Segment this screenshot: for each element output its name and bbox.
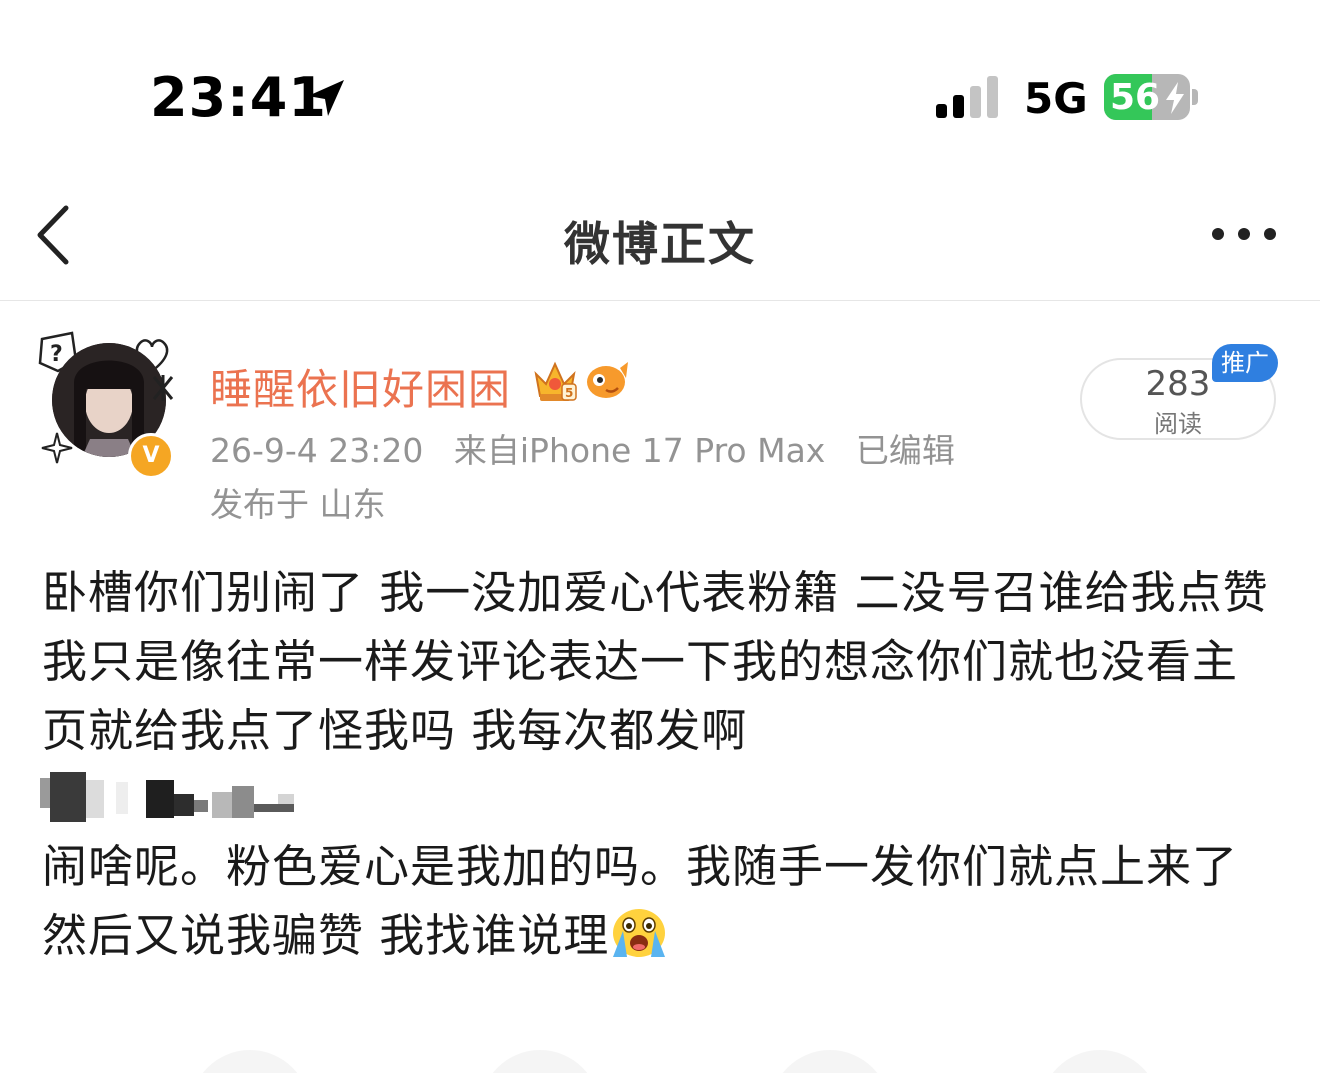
spark-sticker-icon (41, 432, 73, 464)
verified-badge: V (128, 433, 174, 479)
promote-tag[interactable]: 推广 (1212, 344, 1278, 382)
crying-face-emoji-icon (613, 909, 666, 957)
network-type: 5G (1024, 74, 1088, 123)
pet-badge-icon[interactable] (582, 358, 630, 402)
author-name[interactable]: 睡醒依旧好困困 (210, 356, 511, 417)
post-source[interactable]: 来自iPhone 17 Pro Max (454, 431, 825, 470)
weibo-post-screen: 23:41 5G 56 微博正文 ? V 睡醒依旧好困困 5 26-9-4 23… (0, 0, 1320, 1073)
bottom-action-hint-3[interactable] (770, 1050, 890, 1073)
pixelated-censored-text (40, 772, 294, 822)
bottom-action-hint-2[interactable] (480, 1050, 600, 1073)
status-bar: 23:41 5G 56 (0, 0, 1320, 170)
post-meta: 26-9-4 23:20 来自iPhone 17 Pro Max 已编辑 (210, 424, 975, 472)
location-arrow-icon (308, 80, 344, 116)
battery-charging-icon (1166, 82, 1184, 114)
post-paragraph-2: 闹啥呢。粉色爱心是我加的吗。我随手一发你们就点上来了 然后又说我骗赞 我找谁说理 (42, 832, 1282, 970)
battery-cap (1192, 89, 1198, 105)
post-paragraph-1: 卧槽你们别闹了 我一没加爱心代表粉籍 二没号召谁给我点赞 我只是像往常一样发评论… (42, 566, 1269, 757)
page-title: 微博正文 (564, 217, 756, 271)
crown-badge-icon[interactable]: 5 (532, 356, 578, 404)
scribble-sticker-icon (152, 375, 174, 401)
status-time: 23:41 (150, 66, 327, 129)
battery-level: 56 (1110, 77, 1161, 118)
author-avatar-container[interactable]: ? V (38, 325, 178, 479)
svg-text:?: ? (50, 342, 63, 367)
svg-text:5: 5 (565, 386, 573, 400)
post-datetime: 26-9-4 23:20 (210, 431, 424, 470)
cellular-signal-icon (936, 76, 998, 118)
more-dots-icon[interactable] (1206, 222, 1282, 246)
navigation-bar: 微博正文 (0, 170, 1320, 301)
post-edited-label[interactable]: 已编辑 (856, 431, 955, 470)
bottom-action-hint-1[interactable] (190, 1050, 310, 1073)
post-location: 发布于 山东 (210, 485, 386, 524)
read-label: 阅读 (1154, 410, 1202, 438)
bottom-action-hint-4[interactable] (1040, 1050, 1160, 1073)
